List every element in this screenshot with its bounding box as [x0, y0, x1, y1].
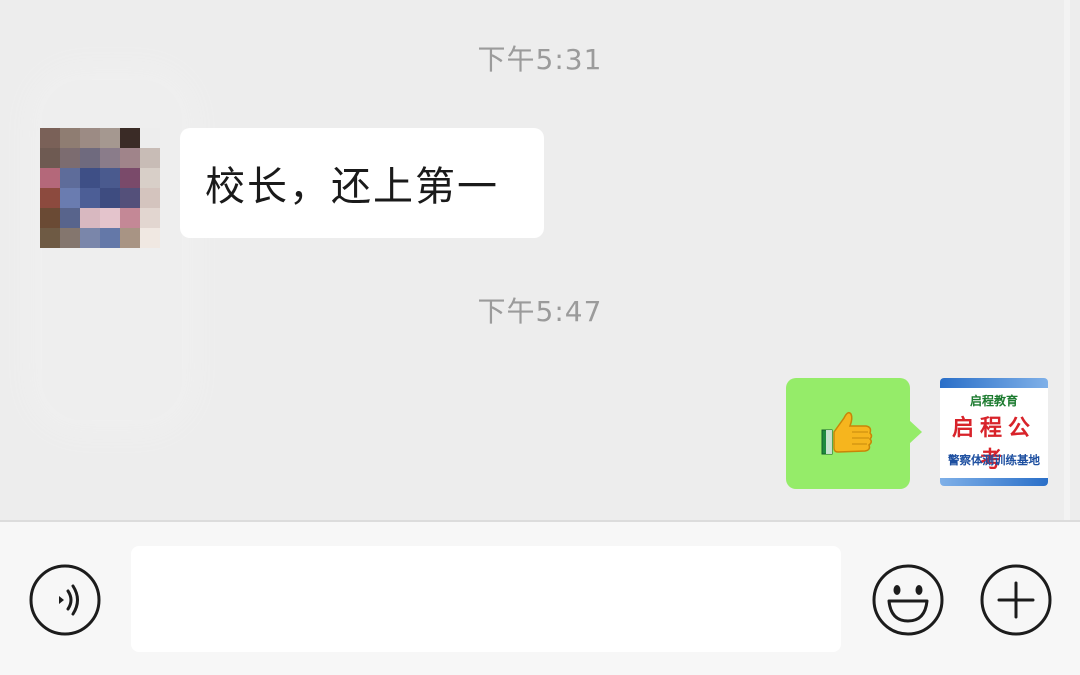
avatar-stripe	[940, 378, 1048, 388]
outgoing-message-bubble[interactable]	[786, 378, 922, 489]
timestamp: 下午5:47	[477, 295, 603, 328]
avatar-logo-text: 启程教育	[969, 394, 1018, 408]
input-bar	[0, 522, 1080, 675]
bubble-tail	[909, 420, 922, 444]
avatar-logo-subtitle: 警察体测训练基地	[948, 453, 1040, 467]
chat-area: 下午5:31 校长，还上第一 下午5:47 启程教育 启程公考 警察体测训练基地	[0, 0, 1080, 520]
scroll-edge	[1064, 0, 1070, 520]
thumbs-up-emoji-icon	[821, 411, 873, 455]
plus-icon[interactable]	[979, 563, 1053, 637]
message-input[interactable]	[131, 546, 841, 652]
avatar-stripe	[940, 478, 1048, 486]
voice-icon[interactable]	[28, 563, 102, 637]
my-avatar[interactable]: 启程教育 启程公考 警察体测训练基地	[940, 378, 1048, 486]
timestamp: 下午5:31	[477, 43, 603, 76]
emoji-icon[interactable]	[871, 563, 945, 637]
message-text: 校长，还上第一	[205, 164, 499, 210]
incoming-message-bubble[interactable]: 校长，还上第一	[180, 128, 544, 238]
sender-avatar-pixelated[interactable]	[40, 128, 160, 248]
